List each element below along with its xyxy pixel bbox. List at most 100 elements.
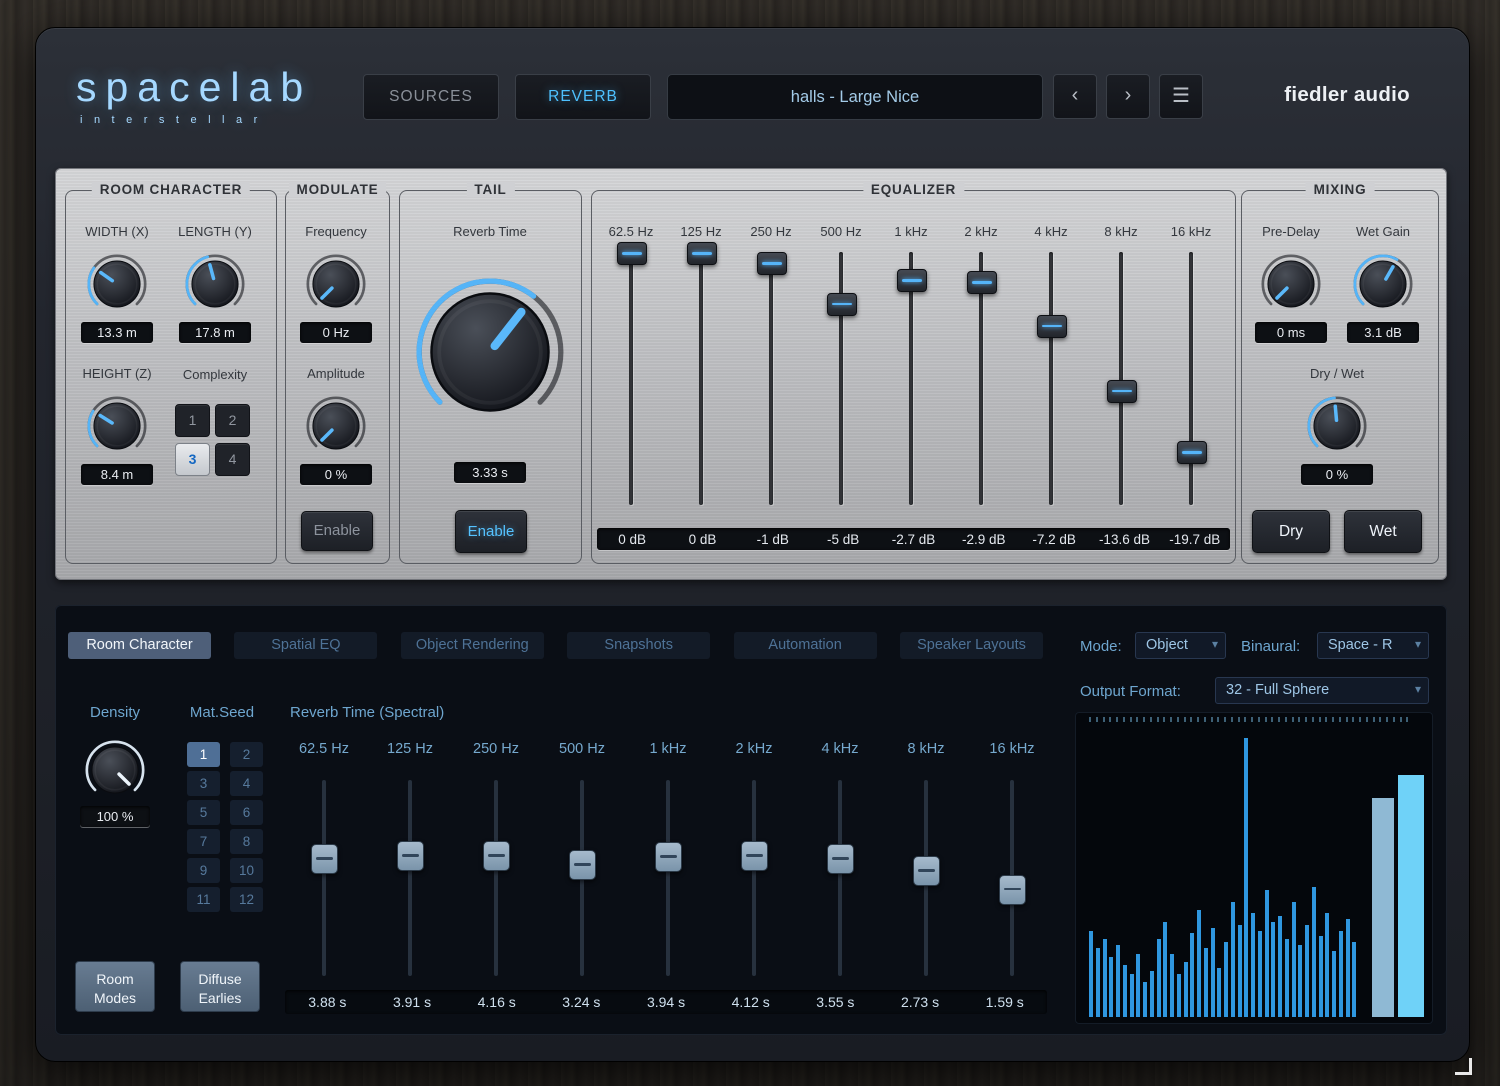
tab-snapshots[interactable]: Snapshots: [567, 632, 710, 659]
eq-slider-thumb-1-khz[interactable]: [897, 269, 927, 292]
spectrum-bar: [1325, 913, 1329, 1017]
dry-wet-knob[interactable]: [1305, 394, 1369, 458]
wet-gain-knob[interactable]: [1351, 252, 1415, 316]
eq-slider-thumb-125-hz[interactable]: [687, 242, 717, 265]
height-knob[interactable]: [85, 394, 149, 458]
tab-room-character[interactable]: Room Character: [68, 632, 211, 659]
spectral-slider-thumb-125-hz[interactable]: [397, 841, 424, 871]
diffuse-earlies-button[interactable]: DiffuseEarlies: [180, 961, 260, 1012]
eq-slider-track-8-khz[interactable]: [1119, 252, 1123, 505]
frequency-knob[interactable]: [304, 252, 368, 316]
spectral-slider-thumb-8-khz[interactable]: [913, 856, 940, 886]
spectral-slider-track-1-khz[interactable]: [666, 780, 670, 976]
section-title: MODULATE: [289, 182, 387, 197]
eq-slider-thumb-16-khz[interactable]: [1177, 441, 1207, 464]
spectral-slider-thumb-250-hz[interactable]: [483, 841, 510, 871]
width-knob[interactable]: [85, 252, 149, 316]
meter-tick: [1123, 717, 1125, 722]
wet-gain-label: Wet Gain: [1335, 224, 1431, 239]
complexity-option-1[interactable]: 1: [175, 404, 210, 437]
eq-slider-thumb-62-5-hz[interactable]: [617, 242, 647, 265]
spectrum-bar: [1251, 913, 1255, 1017]
meter-tick: [1190, 717, 1192, 722]
spectrum-bar: [1292, 902, 1296, 1017]
density-knob[interactable]: [83, 738, 147, 802]
meter-tick: [1150, 717, 1152, 722]
predelay-knob[interactable]: [1259, 252, 1323, 316]
seed-option-10[interactable]: 10: [230, 858, 263, 883]
seed-option-7[interactable]: 7: [187, 829, 220, 854]
dry-button[interactable]: Dry: [1252, 510, 1330, 553]
eq-slider-track-500-hz[interactable]: [839, 252, 843, 505]
complexity-option-2[interactable]: 2: [215, 404, 250, 437]
eq-slider-thumb-500-hz[interactable]: [827, 293, 857, 316]
eq-slider-thumb-8-khz[interactable]: [1107, 380, 1137, 403]
seed-option-5[interactable]: 5: [187, 800, 220, 825]
eq-slider-track-4-khz[interactable]: [1049, 252, 1053, 505]
spectral-time-value: 1.59 s: [962, 994, 1047, 1010]
eq-slider-track-16-khz[interactable]: [1189, 252, 1193, 505]
eq-slider-thumb-250-hz[interactable]: [757, 252, 787, 275]
seed-option-4[interactable]: 4: [230, 771, 263, 796]
spectral-slider-thumb-500-hz[interactable]: [569, 850, 596, 880]
eq-gain-value: -7.2 dB: [1019, 532, 1089, 547]
sources-button[interactable]: SOURCES: [363, 74, 499, 120]
amplitude-knob[interactable]: [304, 394, 368, 458]
tab-automation[interactable]: Automation: [734, 632, 877, 659]
tab-object-rendering[interactable]: Object Rendering: [401, 632, 544, 659]
complexity-option-4[interactable]: 4: [215, 443, 250, 476]
mode-dropdown[interactable]: Object▾: [1135, 632, 1226, 659]
modulate-enable-button[interactable]: Enable: [301, 511, 373, 551]
section-title: TAIL: [466, 182, 514, 197]
tab-spatial-eq[interactable]: Spatial EQ: [234, 632, 377, 659]
seed-option-8[interactable]: 8: [230, 829, 263, 854]
meter-tick: [1163, 717, 1165, 722]
spectral-slider-track-125-hz[interactable]: [408, 780, 412, 976]
seed-option-3[interactable]: 3: [187, 771, 220, 796]
spectral-slider-thumb-2-khz[interactable]: [741, 841, 768, 871]
spectral-freq-label: 250 Hz: [454, 741, 538, 757]
eq-slider-track-250-hz[interactable]: [769, 252, 773, 505]
next-preset-button[interactable]: ›: [1106, 74, 1150, 119]
menu-button[interactable]: ☰: [1159, 74, 1203, 119]
binaural-label: Binaural:: [1241, 638, 1300, 655]
eq-freq-label: 1 kHz: [876, 224, 946, 239]
prev-preset-button[interactable]: ‹: [1053, 74, 1097, 119]
seed-option-9[interactable]: 9: [187, 858, 220, 883]
complexity-option-3[interactable]: 3: [175, 443, 210, 476]
reverb-button[interactable]: REVERB: [515, 74, 651, 120]
seed-option-11[interactable]: 11: [187, 887, 220, 912]
eq-slider-thumb-4-khz[interactable]: [1037, 315, 1067, 338]
spectral-slider-thumb-62-5-hz[interactable]: [311, 844, 338, 874]
knob-graphic: [304, 394, 368, 458]
seed-option-2[interactable]: 2: [230, 742, 263, 767]
knob-graphic: [85, 394, 149, 458]
tail-enable-button[interactable]: Enable: [455, 510, 527, 553]
spectral-slider-track-62-5-hz[interactable]: [322, 780, 326, 976]
spectral-slider-thumb-4-khz[interactable]: [827, 844, 854, 874]
seed-option-12[interactable]: 12: [230, 887, 263, 912]
spectral-slider-track-4-khz[interactable]: [838, 780, 842, 976]
reverb-time-knob[interactable]: [413, 275, 567, 429]
room-modes-button[interactable]: RoomModes: [75, 961, 155, 1012]
tab-speaker-layouts[interactable]: Speaker Layouts: [900, 632, 1043, 659]
spectral-slider-thumb-16-khz[interactable]: [999, 875, 1026, 905]
eq-slider-thumb-2-khz[interactable]: [967, 271, 997, 294]
section-title: ROOM CHARACTER: [92, 182, 250, 197]
meter-tick: [1393, 717, 1395, 722]
app-logo-subtitle: interstellar: [80, 114, 269, 126]
eq-slider-track-62-5-hz[interactable]: [629, 252, 633, 505]
length-knob[interactable]: [183, 252, 247, 316]
spectral-slider-track-250-hz[interactable]: [494, 780, 498, 976]
preset-display[interactable]: halls - Large Nice: [667, 74, 1043, 120]
binaural-dropdown[interactable]: Space - R▾: [1317, 632, 1429, 659]
seed-option-6[interactable]: 6: [230, 800, 263, 825]
wet-button[interactable]: Wet: [1344, 510, 1422, 553]
eq-freq-label: 125 Hz: [666, 224, 736, 239]
seed-option-1[interactable]: 1: [187, 742, 220, 767]
spectral-slider-thumb-1-khz[interactable]: [655, 842, 682, 872]
eq-slider-track-125-hz[interactable]: [699, 252, 703, 505]
resize-corner-handle[interactable]: [1455, 1058, 1472, 1075]
spectral-slider-track-2-khz[interactable]: [752, 780, 756, 976]
output-format-dropdown[interactable]: 32 - Full Sphere▾: [1215, 677, 1429, 704]
